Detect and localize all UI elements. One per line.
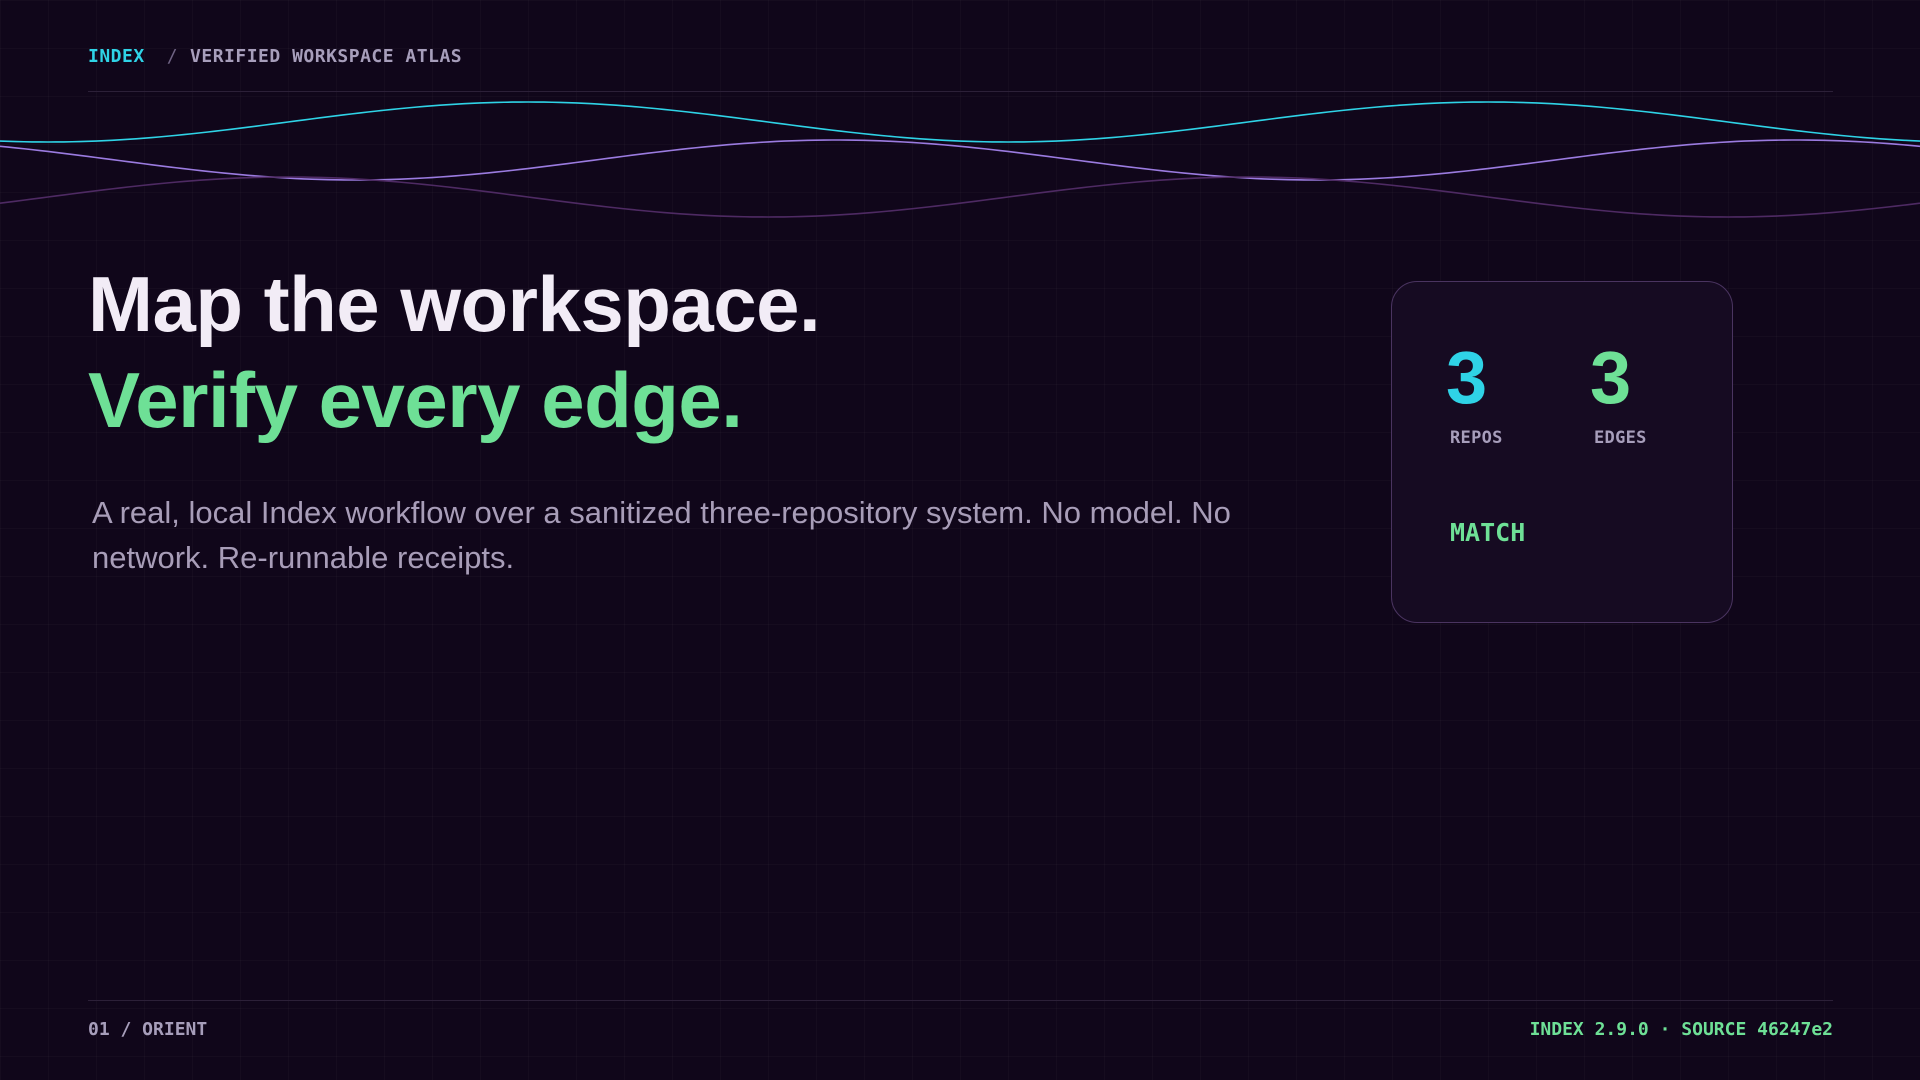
headline-primary: Map the workspace.: [88, 260, 821, 348]
repos-stat: 3 REPOS: [1446, 336, 1503, 449]
headline-secondary: Verify every edge.: [88, 356, 743, 444]
breadcrumb: INDEX / VERIFIED WORKSPACE ATLAS: [88, 46, 462, 67]
edges-count: 3: [1590, 336, 1632, 419]
hero-description: A real, local Index workflow over a sani…: [92, 495, 1231, 575]
build-info: INDEX 2.9.0 · SOURCE 46247e2: [1529, 1019, 1833, 1040]
slide-indicator: 01 / ORIENT: [88, 1019, 208, 1040]
hero-heading: Map the workspace. Verify every edge.: [88, 256, 821, 448]
footer-divider: [88, 1000, 1833, 1001]
edges-label: EDGES: [1594, 428, 1647, 448]
edges-stat: 3 EDGES: [1590, 336, 1647, 449]
wave-cyan: [0, 101, 1920, 143]
verification-status: MATCH: [1450, 518, 1526, 547]
repos-label: REPOS: [1450, 428, 1503, 448]
breadcrumb-separator: /: [166, 46, 179, 67]
decorative-waves: [0, 101, 1920, 218]
wave-plum: [0, 176, 1920, 218]
repos-count: 3: [1446, 336, 1488, 419]
header-divider: [88, 91, 1833, 92]
breadcrumb-current-page: VERIFIED WORKSPACE ATLAS: [190, 46, 463, 67]
breadcrumb-root[interactable]: INDEX: [88, 46, 145, 67]
summary-card: 3 REPOS 3 EDGES MATCH: [1391, 281, 1733, 623]
wave-violet: [0, 139, 1920, 181]
